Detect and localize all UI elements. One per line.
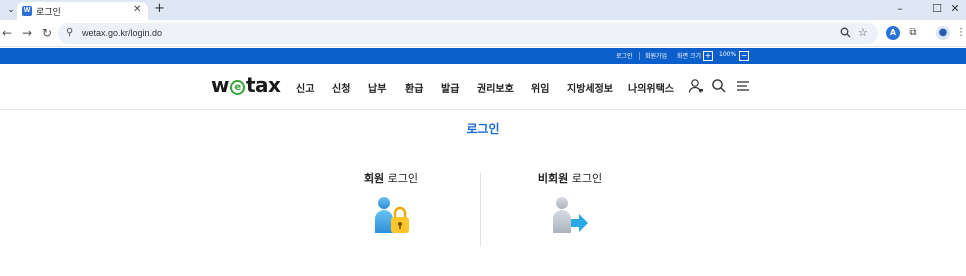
profile-icon[interactable]: ● <box>936 26 950 40</box>
nonmember-login-option[interactable]: 비회원 로그인 <box>475 170 665 186</box>
bookmark-star-icon[interactable]: ☆ <box>858 26 868 39</box>
zoom-in-button[interactable]: + <box>703 51 713 61</box>
menu-item-delegation[interactable]: 위임 <box>531 80 549 95</box>
favicon-icon: W <box>22 6 32 16</box>
maximize-icon[interactable]: ☐ <box>928 2 946 15</box>
close-icon[interactable]: ✕ <box>133 4 141 15</box>
nonmember-arrow-icon[interactable] <box>549 195 589 237</box>
new-tab-icon[interactable]: + <box>154 1 165 16</box>
url-text[interactable]: wetax.go.kr/login.do <box>82 28 162 38</box>
extensions-puzzle-icon[interactable]: ⧉ <box>906 26 920 40</box>
tab-menu-icon[interactable]: ⌄ <box>4 3 18 17</box>
zoom-icon[interactable] <box>840 27 851 41</box>
menu-item-local-tax-info[interactable]: 지방세정보 <box>567 80 613 95</box>
menu-item-pay[interactable]: 납부 <box>368 80 386 95</box>
minimize-icon[interactable]: – <box>891 2 909 15</box>
forward-icon[interactable]: → <box>20 26 34 40</box>
browser-tab-strip: ⌄ W 로그인 ✕ + – ☐ ✕ <box>0 0 966 20</box>
menu-item-rights[interactable]: 권리보호 <box>477 80 514 95</box>
zoom-out-button[interactable]: − <box>739 51 749 61</box>
tab-title: 로그인 <box>36 8 61 18</box>
window-close-icon[interactable]: ✕ <box>946 2 964 15</box>
signup-link[interactable]: 회원가입 <box>645 51 667 60</box>
search-icon[interactable] <box>711 78 727 94</box>
wetax-logo[interactable]: w e tax <box>211 73 281 97</box>
member-login-option[interactable]: 회원 로그인 <box>296 170 486 186</box>
utility-bar: 로그인 회원가입 화면 크기 + 100% − <box>0 48 966 64</box>
divider <box>639 52 640 60</box>
member-login-heading[interactable]: 회원 로그인 <box>296 170 486 186</box>
zoom-level: 100% <box>719 51 737 58</box>
menu-item-report[interactable]: 신고 <box>296 80 314 95</box>
screen-size-label: 화면 크기 <box>677 53 701 60</box>
reload-icon[interactable]: ↻ <box>40 26 54 40</box>
menu-item-refund[interactable]: 환급 <box>405 80 423 95</box>
browser-tab[interactable]: W 로그인 ✕ <box>17 2 148 20</box>
member-lock-icon[interactable] <box>372 195 412 237</box>
user-icon[interactable] <box>688 78 704 94</box>
address-bar[interactable]: ⚲ wetax.go.kr/login.do ☆ <box>58 23 878 44</box>
menu-item-issue[interactable]: 발급 <box>441 80 459 95</box>
back-icon[interactable]: ← <box>0 26 14 40</box>
site-header: w e tax 신고 신청 납부 환급 발급 권리보호 위임 지방세정보 나의위택스 <box>0 64 966 110</box>
nonmember-login-heading[interactable]: 비회원 로그인 <box>475 170 665 186</box>
hamburger-menu-icon[interactable] <box>735 78 751 94</box>
login-link[interactable]: 로그인 <box>616 51 633 60</box>
page-title: 로그인 <box>466 122 500 136</box>
browser-toolbar: ← → ↻ ⚲ wetax.go.kr/login.do ☆ A ⧉ ● ⋮ <box>0 20 966 47</box>
menu-item-apply[interactable]: 신청 <box>332 80 350 95</box>
menu-item-my-wetax[interactable]: 나의위택스 <box>628 80 674 95</box>
site-info-icon[interactable]: ⚲ <box>66 27 73 38</box>
extension-a-icon[interactable]: A <box>886 26 900 40</box>
browser-menu-icon[interactable]: ⋮ <box>954 26 966 40</box>
